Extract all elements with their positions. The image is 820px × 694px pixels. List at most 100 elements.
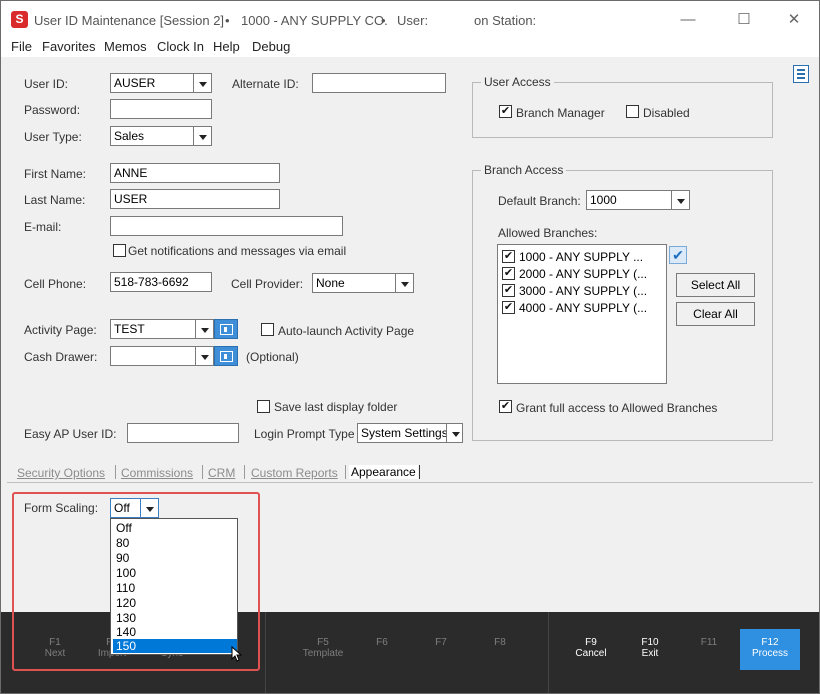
- email-label: E-mail:: [24, 220, 62, 234]
- user-type-dropdown-icon[interactable]: [194, 126, 212, 146]
- minimize-button[interactable]: —: [671, 8, 705, 32]
- f5-template-button[interactable]: F5 Template: [298, 637, 348, 659]
- grant-access-checkbox[interactable]: ✔: [499, 400, 512, 413]
- branch-label: 1000 - ANY SUPPLY ...: [519, 250, 644, 264]
- first-name-input[interactable]: ANNE: [110, 163, 280, 183]
- tab-security-options[interactable]: Security Options: [17, 466, 105, 480]
- f7-button[interactable]: F7: [416, 637, 466, 648]
- station-label: on Station:: [474, 13, 537, 28]
- cash-drawer-input[interactable]: [110, 346, 196, 366]
- default-branch-select[interactable]: 1000: [586, 190, 672, 210]
- easy-ap-label: Easy AP User ID:: [24, 427, 117, 441]
- cell-provider-dropdown-icon[interactable]: [396, 273, 414, 293]
- tab-separator: [419, 465, 420, 479]
- f8-button[interactable]: F8: [475, 637, 525, 648]
- maximize-button[interactable]: ☐: [727, 8, 761, 32]
- menu-debug[interactable]: Debug: [252, 39, 290, 54]
- activity-page-label: Activity Page:: [24, 323, 97, 337]
- tab-custom-reports[interactable]: Custom Reports: [251, 466, 338, 480]
- branch-manager-checkbox[interactable]: ✔: [499, 105, 512, 118]
- title-separator: •: [381, 13, 386, 28]
- tab-commissions[interactable]: Commissions: [121, 466, 193, 480]
- cell-provider-label: Cell Provider:: [231, 277, 304, 291]
- branch-label: 4000 - ANY SUPPLY (...: [519, 301, 648, 315]
- tab-crm[interactable]: CRM: [208, 466, 235, 480]
- hamburger-menu-icon[interactable]: [793, 65, 809, 83]
- default-branch-label: Default Branch:: [498, 194, 581, 208]
- f11-button[interactable]: F11: [684, 637, 734, 648]
- user-id-input[interactable]: AUSER: [110, 73, 194, 93]
- branch-checkbox[interactable]: ✔: [502, 267, 515, 280]
- app-logo-icon: S: [11, 11, 28, 28]
- title-bar: S User ID Maintenance [Session 2] • 1000…: [1, 1, 819, 37]
- allowed-branches-label: Allowed Branches:: [498, 226, 598, 240]
- f10-exit-button[interactable]: F10 Exit: [625, 637, 675, 659]
- menu-clock-in[interactable]: Clock In: [157, 39, 204, 54]
- tab-appearance[interactable]: Appearance: [349, 465, 418, 479]
- menu-memos[interactable]: Memos: [104, 39, 147, 54]
- allowed-branches-list[interactable]: ✔ 1000 - ANY SUPPLY ... ✔ 2000 - ANY SUP…: [497, 244, 667, 384]
- grant-access-label: Grant full access to Allowed Branches: [516, 401, 718, 415]
- alternate-id-label: Alternate ID:: [232, 77, 299, 91]
- save-folder-label: Save last display folder: [274, 400, 398, 414]
- disabled-label: Disabled: [643, 106, 690, 120]
- auto-launch-label: Auto-launch Activity Page: [278, 324, 415, 338]
- email-input[interactable]: [110, 216, 343, 236]
- f9-cancel-button[interactable]: F9 Cancel: [566, 637, 616, 659]
- cash-drawer-lookup-icon[interactable]: [214, 346, 238, 366]
- branch-label: 2000 - ANY SUPPLY (...: [519, 267, 648, 281]
- login-prompt-dropdown-icon[interactable]: [447, 423, 463, 443]
- menu-favorites[interactable]: Favorites: [42, 39, 95, 54]
- activity-page-input[interactable]: TEST: [110, 319, 196, 339]
- clear-all-button[interactable]: Clear All: [676, 302, 755, 326]
- window-title: User ID Maintenance [Session 2]: [34, 13, 225, 28]
- cash-drawer-label: Cash Drawer:: [24, 350, 98, 364]
- user-type-label: User Type:: [24, 130, 82, 144]
- auto-launch-checkbox[interactable]: [261, 323, 274, 336]
- password-label: Password:: [24, 103, 81, 117]
- cell-phone-label: Cell Phone:: [24, 277, 87, 291]
- f12-process-button[interactable]: F12 Process: [745, 637, 795, 659]
- cell-provider-select[interactable]: None: [312, 273, 396, 293]
- company-name: 1000 - ANY SUPPLY CO.: [241, 13, 388, 28]
- branch-checkbox[interactable]: ✔: [502, 301, 515, 314]
- default-branch-dropdown-icon[interactable]: [672, 190, 690, 210]
- menu-file[interactable]: File: [11, 39, 32, 54]
- user-type-select[interactable]: Sales: [110, 126, 194, 146]
- alternate-id-input[interactable]: [312, 73, 446, 93]
- notify-email-label: Get notifications and messages via email: [128, 244, 347, 258]
- branch-checkbox[interactable]: ✔: [502, 250, 515, 263]
- fkey-divider: [265, 612, 266, 693]
- tab-separator: [115, 465, 116, 479]
- check-all-icon[interactable]: ✔: [669, 246, 687, 264]
- cash-drawer-dropdown-icon[interactable]: [196, 346, 214, 366]
- close-button[interactable]: ✕: [777, 8, 811, 32]
- optional-label: (Optional): [246, 350, 299, 364]
- password-input[interactable]: [110, 99, 212, 119]
- annotation-highlight-box: [12, 492, 260, 671]
- activity-page-lookup-icon[interactable]: [214, 319, 238, 339]
- last-name-input[interactable]: USER: [110, 189, 280, 209]
- select-all-button[interactable]: Select All: [676, 273, 755, 297]
- fkey-divider: [548, 612, 549, 693]
- user-id-label: User ID:: [24, 77, 69, 91]
- login-prompt-select[interactable]: System Settings: [357, 423, 447, 443]
- tab-separator: [244, 465, 245, 479]
- title-separator: •: [225, 13, 230, 28]
- user-id-dropdown-icon[interactable]: [194, 73, 212, 93]
- disabled-checkbox[interactable]: [626, 105, 639, 118]
- login-prompt-label: Login Prompt Type: [254, 427, 355, 441]
- tab-separator: [202, 465, 203, 479]
- first-name-label: First Name:: [24, 167, 87, 181]
- menu-help[interactable]: Help: [213, 39, 240, 54]
- notify-email-checkbox[interactable]: [113, 244, 126, 257]
- cell-phone-input[interactable]: 518-783-6692: [110, 272, 212, 292]
- save-folder-checkbox[interactable]: [257, 400, 270, 413]
- branch-checkbox[interactable]: ✔: [502, 284, 515, 297]
- tab-separator: [345, 465, 346, 479]
- easy-ap-input[interactable]: [127, 423, 239, 443]
- user-label: User:: [397, 13, 429, 28]
- f6-button[interactable]: F6: [357, 637, 407, 648]
- activity-page-dropdown-icon[interactable]: [196, 319, 214, 339]
- tab-bar: Security Options Commissions CRM Custom …: [7, 463, 813, 483]
